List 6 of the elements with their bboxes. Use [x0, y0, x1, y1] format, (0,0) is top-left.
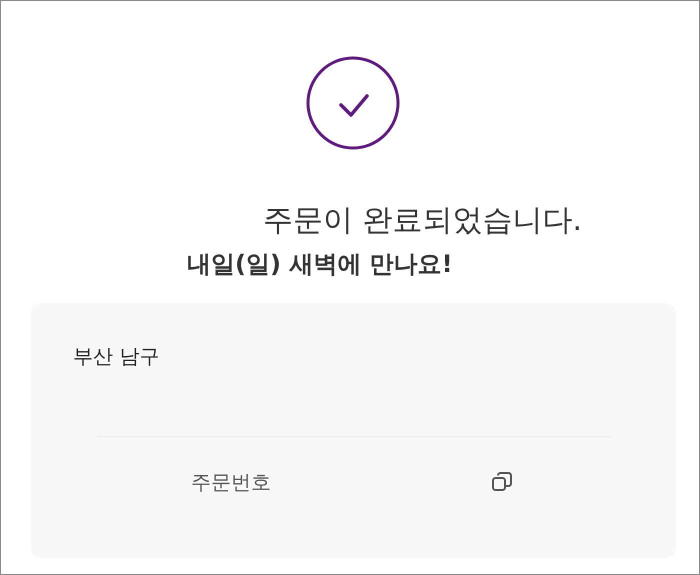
- delivery-message: 내일(일) 새벽에 만나요!: [186, 249, 454, 280]
- address-text: 부산 남구: [72, 343, 160, 370]
- order-number-label: 주문번호: [191, 469, 271, 496]
- check-circle-icon: [305, 55, 401, 151]
- copy-icon[interactable]: [490, 470, 514, 494]
- completion-message: 주문이 완료되었습니다.: [262, 202, 584, 240]
